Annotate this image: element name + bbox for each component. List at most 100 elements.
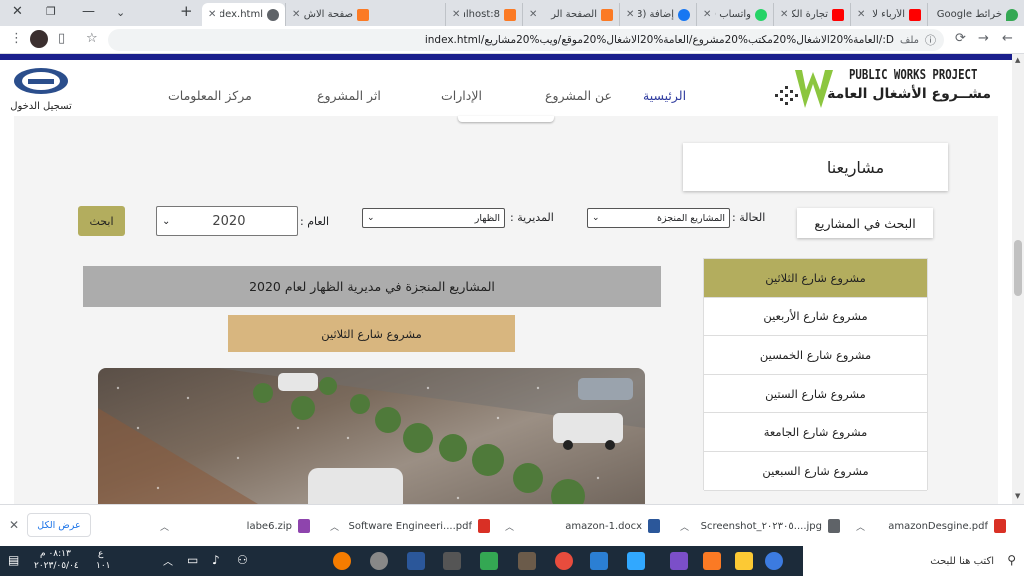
tab-google-maps[interactable]: خرائط Google	[927, 3, 1024, 26]
address-bar[interactable]: ⓘ ملف D:/العامة%20الاشغال%20مكتب%20مشروع…	[108, 29, 944, 51]
word-taskbar-icon[interactable]	[407, 552, 425, 570]
year-select[interactable]: ⌄ 2020	[156, 206, 298, 236]
app-taskbar-icon[interactable]	[518, 552, 536, 570]
tab-works-page[interactable]: صفحة الاش ✕	[285, 3, 375, 26]
restore-window-icon[interactable]: ❐	[46, 5, 56, 18]
nav-info-center[interactable]: مركز المعلومات	[168, 88, 252, 103]
results-heading: المشاريع المنجزة في مديرية الظهار لعام 2…	[249, 279, 495, 294]
scroll-up-icon[interactable]: ▲	[1015, 56, 1020, 64]
side-panel-icon[interactable]: ▯	[58, 31, 65, 46]
photoshop-taskbar-icon[interactable]	[627, 552, 645, 570]
status-select[interactable]: ⌄ المشاريع المنجزة	[587, 208, 730, 228]
chevron-up-icon[interactable]: ︿	[856, 520, 865, 533]
download-item[interactable]: ︿ amazon-1.docx	[505, 515, 660, 537]
search-title-card: البحث في المشاريع	[797, 208, 933, 238]
nav-home[interactable]: الرئيسية	[643, 88, 686, 103]
visual-studio-taskbar-icon[interactable]	[670, 552, 688, 570]
tab-whatsapp[interactable]: واتساب (6) ✕	[696, 3, 773, 26]
project-list-item[interactable]: مشروع شارع الخمسين	[704, 336, 927, 375]
nav-impact[interactable]: اثر المشروع	[317, 88, 381, 103]
file-type-icon	[828, 519, 840, 533]
dropdown-hint-box	[458, 116, 554, 122]
taskbar-search-box[interactable]: اكتب هنا للبحث ⚲	[803, 546, 1024, 576]
clock-date[interactable]: ٢٠٢٣/٠٥/٠٤	[34, 561, 79, 571]
download-item[interactable]: ︿ labe6.zip	[160, 515, 310, 537]
tab-localhost[interactable]: localhost:8 ✕	[445, 3, 522, 26]
search-button[interactable]: ابحث	[78, 206, 125, 236]
project-list-item[interactable]: مشروع شارع السبعين	[704, 451, 927, 491]
project-list-item[interactable]: مشروع شارع الجامعة	[704, 413, 927, 452]
bookmark-star-icon[interactable]: ☆	[86, 31, 98, 46]
chrome-taskbar-icon[interactable]	[765, 552, 783, 570]
tab-home-page[interactable]: الصفحة الر ✕	[522, 3, 619, 26]
xampp-taskbar-icon[interactable]	[703, 552, 721, 570]
search-app-taskbar-icon[interactable]	[333, 552, 351, 570]
excel-like-taskbar-icon[interactable]	[480, 552, 498, 570]
download-item[interactable]: ︿ Screenshot_٢٠٢٣٠٥....jpg	[680, 515, 840, 537]
obs-taskbar-icon[interactable]	[370, 552, 388, 570]
chevron-up-icon[interactable]: ︿	[160, 520, 169, 533]
forward-icon[interactable]: →	[978, 31, 989, 46]
close-tab-icon[interactable]: ✕	[857, 9, 865, 20]
profile-avatar[interactable]	[30, 30, 48, 48]
chevron-up-icon[interactable]: ︿	[163, 553, 173, 568]
nav-about[interactable]: عن المشروع	[545, 88, 612, 103]
project-list-item-label: مشروع شارع الخمسين	[759, 347, 872, 362]
tab-search-chevron-icon[interactable]: ⌄	[116, 6, 125, 19]
close-tab-icon[interactable]: ✕	[452, 9, 460, 20]
project-photo	[98, 368, 645, 504]
network-icon[interactable]: ▭	[187, 553, 198, 567]
close-downloads-icon[interactable]: ✕	[9, 518, 19, 532]
login-link[interactable]: تسجيل الدخول	[10, 66, 72, 114]
info-icon[interactable]: ⓘ	[925, 32, 936, 48]
site-logo[interactable]: PUBLIC WORKS PROJECT مشــروع الأشغال الع…	[773, 64, 995, 114]
chevron-up-icon[interactable]: ︿	[680, 520, 689, 533]
tab-youtube-1[interactable]: الأرباء لا يـ ✕	[850, 3, 927, 26]
download-item[interactable]: ︿ amazonDesgine.pdf	[856, 515, 1006, 537]
file-explorer-taskbar-icon[interactable]	[735, 552, 753, 570]
tab-index-html[interactable]: index.html ✕	[202, 3, 285, 26]
clock-time[interactable]: ٠٨:١٣ م	[40, 549, 71, 559]
address-url[interactable]: D:/العامة%20الاشغال%20مكتب%20مشروع/العام…	[425, 34, 894, 46]
input-lang-bottom[interactable]: ١٠١	[96, 561, 111, 571]
photos-taskbar-icon[interactable]	[443, 552, 461, 570]
people-icon[interactable]: ⚇	[237, 553, 248, 567]
section-title-card: مشاريعنا	[683, 143, 948, 191]
scrollbar-thumb[interactable]	[1014, 240, 1022, 296]
browser-toolbar: ⋮ ▯ ☆ ⓘ ملف D:/العامة%20الاشغال%20مكتب%2…	[0, 26, 1024, 54]
project-list: مشروع شارع الثلاثين مشروع شارع الأربعين مش…	[703, 258, 928, 491]
close-tab-icon[interactable]: ✕	[626, 9, 634, 20]
tab-youtube-2[interactable]: تجارة الكترو ✕	[773, 3, 850, 26]
project-list-item[interactable]: مشروع شارع الثلاثين	[704, 259, 927, 298]
project-list-item[interactable]: مشروع شارع الستين	[704, 374, 927, 414]
notification-icon[interactable]: ▤	[8, 553, 19, 567]
back-icon[interactable]: ←	[1002, 31, 1013, 46]
page-scrollbar[interactable]: ▲ ▼	[1012, 54, 1024, 504]
close-tab-icon[interactable]: ✕	[529, 9, 537, 20]
close-tab-icon[interactable]: ✕	[208, 9, 216, 20]
menu-dots-icon[interactable]: ⋮	[10, 31, 23, 46]
directorate-select[interactable]: ⌄ الظهار	[362, 208, 505, 228]
show-all-downloads-button[interactable]: عرض الكل	[27, 513, 91, 537]
minimize-window-icon[interactable]: —	[82, 4, 95, 19]
vscode-taskbar-icon[interactable]	[590, 552, 608, 570]
chevron-up-icon[interactable]: ︿	[505, 520, 514, 533]
projects-section: مشاريعنا البحث في المشاريع الحالة : ⌄ ال…	[14, 116, 998, 504]
reload-icon[interactable]: ⟳	[955, 31, 966, 46]
chevron-up-icon[interactable]: ︿	[330, 520, 339, 533]
tab-facebook[interactable]: إضافة (3) ✕	[619, 3, 696, 26]
close-tab-icon[interactable]: ✕	[292, 9, 300, 20]
close-tab-icon[interactable]: ✕	[780, 9, 788, 20]
input-lang-top[interactable]: ع	[98, 549, 103, 559]
download-item[interactable]: ︿ Software Engineeri....pdf	[330, 515, 490, 537]
scroll-down-icon[interactable]: ▼	[1015, 492, 1020, 500]
project-list-item[interactable]: مشروع شارع الأربعين	[704, 297, 927, 337]
close-tab-icon[interactable]: ✕	[703, 9, 711, 20]
volume-icon[interactable]: ♪	[212, 553, 220, 567]
close-window-icon[interactable]: ✕	[12, 4, 23, 19]
nav-departments[interactable]: الإدارات	[441, 88, 482, 103]
chrome-profile-taskbar-icon[interactable]	[555, 552, 573, 570]
globe-icon	[267, 8, 279, 21]
project-list-item-label: مشروع شارع الستين	[765, 386, 866, 401]
new-tab-button[interactable]: +	[180, 2, 193, 20]
